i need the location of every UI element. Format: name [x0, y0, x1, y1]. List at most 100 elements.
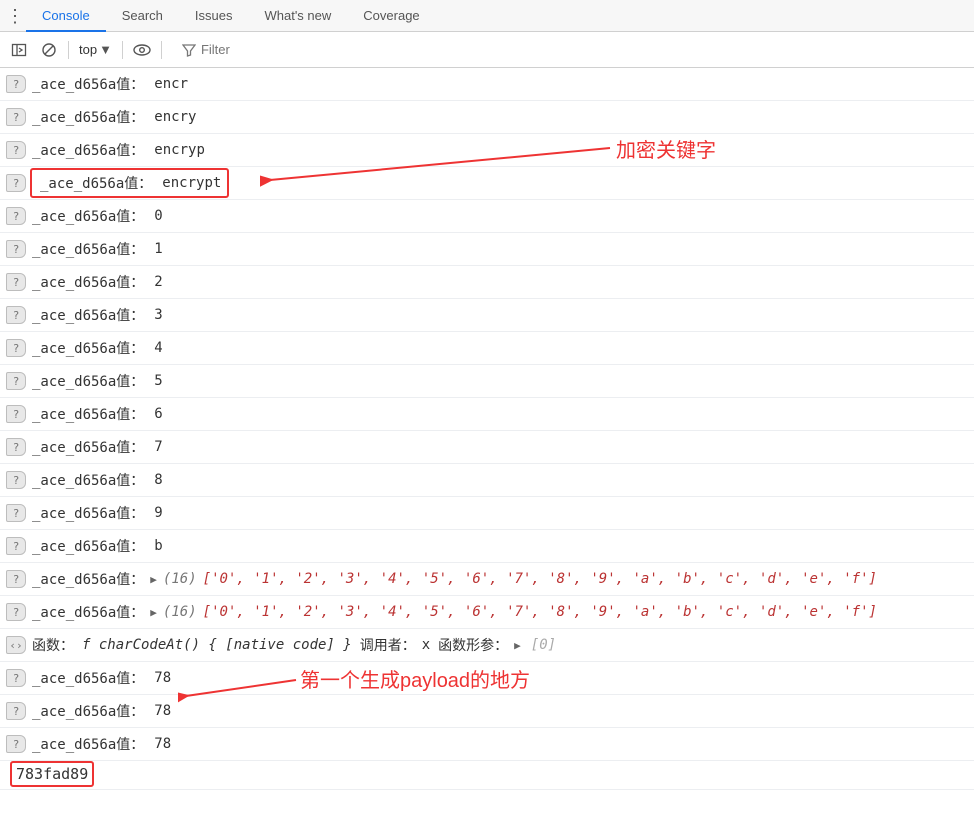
log-badge-icon: ? [6, 735, 26, 753]
fn-caller: x [422, 637, 430, 653]
log-row: ? _ace_d656a值： ▶ (16) ['0', '1', '2', '3', '… [0, 596, 974, 629]
log-value: 78 [154, 736, 171, 752]
log-label: _ace_d656a值： [32, 239, 144, 259]
console-toolbar: top ▼ [0, 32, 974, 68]
log-value: b [154, 538, 162, 554]
tab-search[interactable]: Search [106, 0, 179, 32]
log-row: ?_ace_d656a值：▶(16)['0', '1', '2', '3', '… [0, 563, 974, 596]
context-selector[interactable]: top ▼ [75, 42, 116, 57]
log-row: ? _ace_d656a值： 2 [0, 266, 974, 299]
filter-input[interactable] [199, 39, 479, 61]
log-value: encr [154, 76, 188, 92]
log-row: ? _ace_d656a值： 9 [0, 497, 974, 530]
log-value: 0 [154, 208, 162, 224]
array-length: (16) [163, 604, 197, 620]
log-badge-icon: ? [6, 702, 26, 720]
log-value: 2 [154, 274, 162, 290]
filter-icon [179, 43, 199, 57]
array-preview: ['0', '1', '2', '3', '4', '5', '6', '7',… [203, 604, 877, 620]
log-label: _ace_d656a值： [40, 173, 152, 193]
tab-issues[interactable]: Issues [179, 0, 249, 32]
log-row: ? _ace_d656a值： b [0, 530, 974, 563]
log-badge-icon: ? [6, 438, 26, 456]
log-value: encry [154, 109, 196, 125]
log-value: 5 [154, 373, 162, 389]
fn-signature: f charCodeAt() { [native code] } [82, 637, 352, 653]
log-badge-icon: ? [6, 669, 26, 687]
log-label: _ace_d656a值： [32, 107, 144, 127]
expand-icon[interactable]: ▶ [514, 639, 521, 652]
log-badge-icon: ? [6, 207, 26, 225]
log-row: ?_ace_d656a值：78 [0, 662, 974, 695]
log-value: 4 [154, 340, 162, 356]
log-value: 78 [154, 703, 171, 719]
filter-box [178, 38, 518, 62]
log-row: ? _ace_d656a值： 3 [0, 299, 974, 332]
chevron-down-icon: ▼ [99, 42, 112, 57]
log-badge-icon: ? [6, 75, 26, 93]
log-row: ? _ace_d656a值： 6 [0, 398, 974, 431]
log-value: encryp [154, 142, 205, 158]
clear-console-icon[interactable] [36, 37, 62, 63]
log-label: _ace_d656a值： [32, 437, 144, 457]
log-label: _ace_d656a值： [32, 536, 144, 556]
log-value: 1 [154, 241, 162, 257]
tab-coverage[interactable]: Coverage [347, 0, 435, 32]
array-length: (16) [163, 571, 197, 587]
hash-value: 783fad89 [10, 761, 94, 787]
log-row: ? _ace_d656a值： 4 [0, 332, 974, 365]
log-value: 6 [154, 406, 162, 422]
log-badge-icon: ? [6, 570, 26, 588]
log-value: 7 [154, 439, 162, 455]
log-badge-icon: ? [6, 537, 26, 555]
log-value: 8 [154, 472, 162, 488]
fn-args: [0] [531, 637, 556, 653]
kebab-menu[interactable]: ⋮ [4, 0, 26, 32]
log-row: ? _ace_d656a值： encryp [0, 134, 974, 167]
log-value: 9 [154, 505, 162, 521]
log-row: ‹›函数：f charCodeAt() { [native code] } 调用… [0, 629, 974, 662]
context-label: top [79, 42, 97, 57]
log-badge-icon: ? [6, 405, 26, 423]
log-badge-icon: ? [6, 603, 26, 621]
log-label: _ace_d656a值： [32, 338, 144, 358]
log-label: _ace_d656a值： [32, 503, 144, 523]
log-value: encrypt [162, 175, 221, 191]
toolbar-divider [161, 41, 162, 59]
log-label: _ace_d656a值： [32, 305, 144, 325]
log-row: ? _ace_d656a值： 7 [0, 431, 974, 464]
tab-console[interactable]: Console [26, 0, 106, 32]
array-preview: ['0', '1', '2', '3', '4', '5', '6', '7',… [203, 571, 877, 587]
log-label: _ace_d656a值： [32, 404, 144, 424]
log-badge-icon: ? [6, 372, 26, 390]
fn-caller-label: 调用者： [360, 635, 416, 655]
log-badge-icon: ? [6, 471, 26, 489]
devtools-tabbar: ⋮ Console Search Issues What's new Cover… [0, 0, 974, 32]
toolbar-divider [68, 41, 69, 59]
log-label: _ace_d656a值： [32, 74, 144, 94]
log-label: _ace_d656a值： [32, 371, 144, 391]
expand-icon[interactable]: ▶ [150, 573, 157, 586]
expand-icon[interactable]: ▶ [150, 606, 157, 619]
log-badge-icon: ? [6, 240, 26, 258]
log-badge-icon: ? [6, 306, 26, 324]
log-row: ? _ace_d656a值： 5 [0, 365, 974, 398]
log-label: _ace_d656a值： [32, 470, 144, 490]
log-row: ? _ace_d656a值： 78 [0, 695, 974, 728]
log-badge-icon: ? [6, 273, 26, 291]
log-label: _ace_d656a值： [32, 701, 144, 721]
log-label: _ace_d656a值： [32, 602, 144, 622]
log-badge-icon: ? [6, 339, 26, 357]
log-row: ? _ace_d656a值： 8 [0, 464, 974, 497]
log-badge-icon: ? [6, 108, 26, 126]
log-label: _ace_d656a值： [32, 668, 144, 688]
log-badge-icon: ? [6, 504, 26, 522]
log-value: 3 [154, 307, 162, 323]
live-expression-icon[interactable] [129, 37, 155, 63]
log-badge-icon: ? [6, 141, 26, 159]
tab-whatsnew[interactable]: What's new [248, 0, 347, 32]
toggle-sidebar-icon[interactable] [6, 37, 32, 63]
log-label: _ace_d656a值： [32, 140, 144, 160]
log-label: _ace_d656a值： [32, 272, 144, 292]
log-label: _ace_d656a值： [32, 734, 144, 754]
